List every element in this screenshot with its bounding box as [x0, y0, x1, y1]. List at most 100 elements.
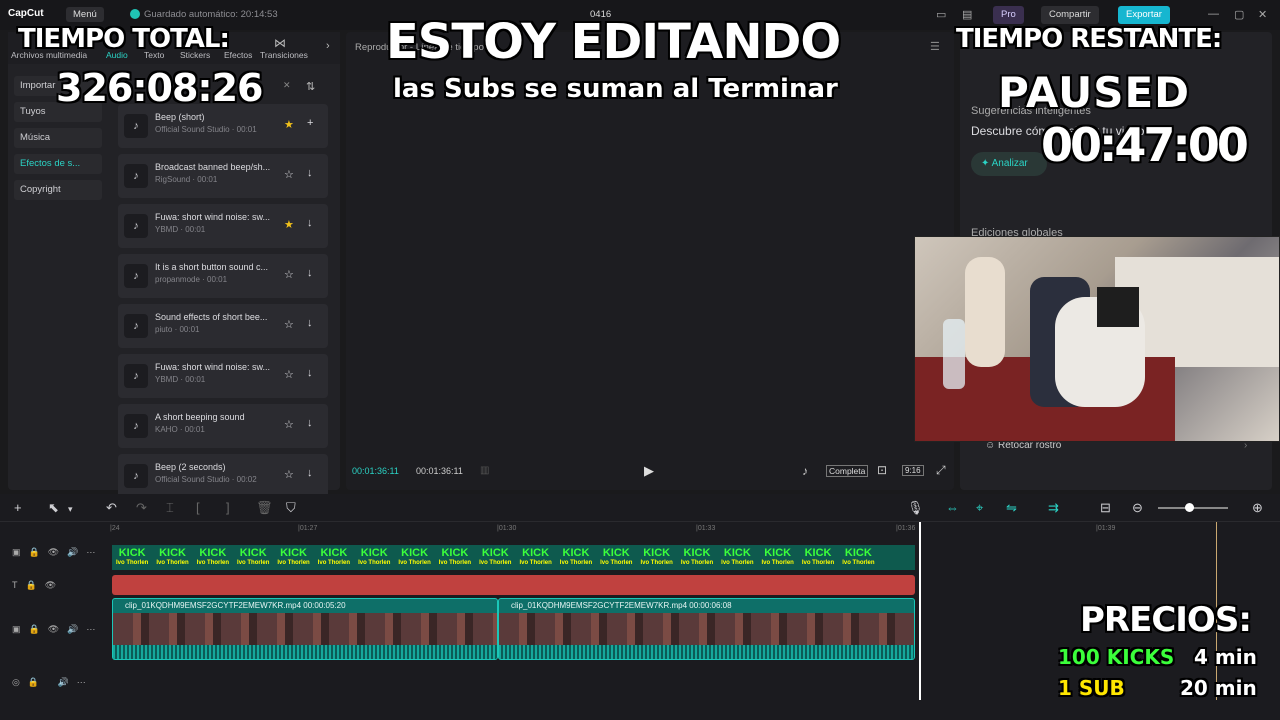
zoom-in-icon[interactable]: ⊕ [1252, 500, 1263, 516]
tiktok-icon: ♪ [124, 414, 148, 438]
close-icon[interactable]: ✕ [1258, 8, 1267, 21]
kick-subtext: Ivo Thorlen [196, 559, 230, 566]
play-icon[interactable]: ▶ [644, 463, 654, 479]
sound-item[interactable]: ♪ Fuwa: short wind noise: sw... YBMD · 00:… [118, 204, 328, 248]
sound-item[interactable]: ♪ Beep (2 seconds) Official Sound Studio ·… [118, 454, 328, 498]
star-icon[interactable]: ★ [284, 218, 294, 231]
sound-item[interactable]: ♪ Fuwa: short wind noise: sw... YBMD · 00:… [118, 354, 328, 398]
transitions-icon[interactable]: ⋈ [274, 36, 286, 50]
kick-text: KICK [441, 546, 469, 559]
download-icon[interactable]: ↓ [307, 217, 313, 229]
minimize-icon[interactable]: — [1208, 8, 1219, 20]
sidebar-item-copyright[interactable]: Copyright [14, 180, 102, 200]
redo-icon[interactable]: ↷ [136, 500, 147, 516]
sound-name: It is a short button sound c... [155, 262, 269, 272]
keyboard-icon[interactable]: ▤ [962, 8, 972, 21]
chevron-down-icon[interactable]: ▾ [68, 504, 73, 515]
sound-item[interactable]: ♪ Sound effects of short bee... piuto · 00… [118, 304, 328, 348]
kick-text: KICK [643, 546, 671, 559]
waveform-icon[interactable]: ▥ [480, 465, 489, 476]
sparkle-icon: ✦ [981, 158, 992, 169]
star-icon[interactable]: ★ [284, 118, 294, 131]
sound-name: Beep (short) [155, 112, 205, 122]
sidebar-item-music[interactable]: Música [14, 128, 102, 148]
sound-name: Broadcast banned beep/sh... [155, 162, 271, 172]
kick-banner-item: KICK Ivo Thorlen [681, 547, 713, 568]
select-icon[interactable]: ⬉ [48, 500, 59, 516]
download-icon[interactable]: ↓ [307, 317, 313, 329]
water-bottle [943, 319, 965, 389]
hamburger-icon[interactable]: ☰ [930, 40, 940, 53]
sound-item[interactable]: ♪ It is a short button sound c... propanmo… [118, 254, 328, 298]
tiktok-icon[interactable]: ♪ [802, 464, 808, 478]
download-icon[interactable]: ↓ [307, 417, 313, 429]
ratio-button[interactable]: 9:16 [902, 465, 924, 476]
kick-text: KICK [804, 546, 832, 559]
microphone-icon[interactable]: 🎙 [907, 500, 924, 516]
track-controls-main[interactable]: ▣🔒👁🔊⋯ [12, 624, 103, 635]
magnet-icon[interactable]: ⌖ [976, 500, 983, 516]
star-icon[interactable]: ☆ [284, 168, 294, 181]
webcam-feed [914, 236, 1280, 442]
chevron-right-icon[interactable]: › [326, 40, 330, 52]
playhead[interactable] [919, 522, 921, 700]
maximize-icon[interactable]: ▢ [1234, 8, 1244, 21]
star-icon[interactable]: ☆ [284, 468, 294, 481]
quality-button[interactable]: Completa [826, 465, 869, 477]
video-clip[interactable]: clip_01KQDHM9EMSF2GCYTF2EMEW7KR.mp4 00:0… [498, 598, 915, 660]
kick-text: KICK [764, 546, 792, 559]
zoom-out-icon[interactable]: ⊖ [1132, 500, 1143, 516]
share-button[interactable]: Compartir [1041, 6, 1099, 24]
track-controls-overlay[interactable]: ▣🔒👁🔊⋯ [12, 547, 103, 558]
sidebar-item-sound-effects[interactable]: Efectos de s... [14, 154, 102, 174]
duration-time: 00:01:36:11 [416, 466, 463, 476]
trim-left-icon[interactable]: [ [196, 500, 200, 515]
sound-item[interactable]: ♪ Beep (short) Official Sound Studio · 00:… [118, 104, 328, 148]
pro-button[interactable]: Pro [993, 6, 1024, 24]
zoom-slider-thumb[interactable] [1185, 503, 1194, 512]
kick-text: KICK [159, 546, 186, 559]
link-icon[interactable]: ⇔ [946, 500, 959, 515]
download-icon[interactable]: ↓ [307, 367, 313, 379]
trim-right-icon[interactable]: ] [226, 500, 230, 515]
kick-subtext: Ivo Thorlen [559, 559, 593, 566]
kick-subtext: Ivo Thorlen [156, 559, 189, 566]
linkage-icon[interactable]: ⇋ [1006, 500, 1017, 516]
text-clip[interactable] [112, 575, 915, 595]
delete-icon[interactable]: 🗑 [256, 500, 273, 516]
analyze-button[interactable]: ✦ Analizar [971, 152, 1047, 176]
track-controls-text[interactable]: T🔒👁 [12, 580, 64, 591]
add-icon[interactable]: + [14, 500, 22, 515]
sound-item[interactable]: ♪ Broadcast banned beep/sh... RigSound · 0… [118, 154, 328, 198]
preview-axis-icon[interactable]: ⇉ [1048, 500, 1059, 516]
star-icon[interactable]: ☆ [284, 418, 294, 431]
kick-banner-item: KICK Ivo Thorlen [116, 547, 148, 568]
screenshot-icon[interactable]: ⊡ [877, 463, 887, 477]
add-icon[interactable]: + [307, 117, 313, 129]
sort-icon[interactable]: ⇅ [306, 80, 315, 93]
kick-overlay-clip[interactable]: KICK Ivo Thorlen KICK Ivo Thorlen KICK Ivo Th… [112, 545, 915, 570]
split-icon[interactable]: ⌶ [166, 500, 174, 516]
export-button[interactable]: Exportar [1118, 6, 1170, 24]
kick-banner-item: KICK Ivo Thorlen [519, 547, 551, 568]
sound-item[interactable]: ♪ A short beeping sound KAHO · 00:01 ☆ ↓ [118, 404, 328, 448]
download-icon[interactable]: ↓ [307, 167, 313, 179]
tab-transitions[interactable]: Transiciones [260, 50, 308, 60]
download-icon[interactable]: ↓ [307, 267, 313, 279]
download-icon[interactable]: ↓ [307, 467, 313, 479]
star-icon[interactable]: ☆ [284, 318, 294, 331]
star-icon[interactable]: ☆ [284, 368, 294, 381]
shield-icon[interactable]: ⛉ [286, 500, 296, 516]
ruler-tick: |01:33 [696, 525, 716, 532]
clear-search-icon[interactable]: ✕ [283, 80, 291, 91]
monitor [1097, 287, 1139, 327]
fullscreen-icon[interactable]: ⤢ [936, 463, 946, 478]
menu-button[interactable]: Menú [66, 7, 104, 22]
layout-icon[interactable]: ▭ [936, 8, 946, 21]
undo-icon[interactable]: ↶ [106, 500, 117, 516]
check-icon [130, 9, 140, 19]
track-controls-audio[interactable]: ◎🔒 🔊⋯ [12, 677, 94, 688]
fit-icon[interactable]: ⊟ [1100, 500, 1111, 516]
video-clip[interactable]: clip_01KQDHM9EMSF2GCYTF2EMEW7KR.mp4 00:0… [112, 598, 498, 660]
star-icon[interactable]: ☆ [284, 268, 294, 281]
